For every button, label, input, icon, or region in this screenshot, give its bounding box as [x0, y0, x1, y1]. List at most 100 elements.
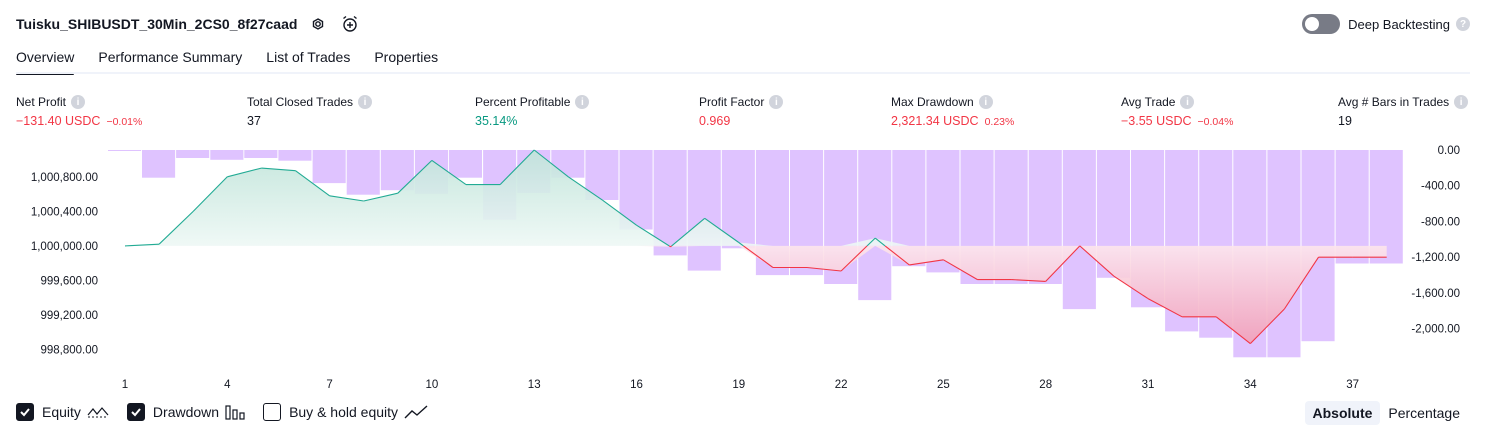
- metric-value: 0.969: [699, 114, 731, 128]
- legend-equity[interactable]: Equity: [16, 403, 109, 421]
- tabs-divider: [16, 72, 1470, 74]
- x-tick-label: 25: [937, 379, 950, 391]
- drawdown-bar: [210, 150, 244, 160]
- metric-label: Avg # Bars in Trades: [1338, 95, 1450, 109]
- strategy-title: Tuisku_SHIBUSDT_30Min_2CS0_8f27caad: [16, 16, 298, 32]
- metric-net-profit: Net Profit i −131.40 USDC −0.01%: [16, 94, 142, 128]
- legend-label: Equity: [42, 404, 81, 420]
- drawdown-bar: [108, 150, 142, 151]
- metric-percent-profitable: Percent Profitable i 35.14%: [475, 94, 590, 128]
- help-icon[interactable]: ?: [1456, 17, 1470, 31]
- absolute-button[interactable]: Absolute: [1304, 401, 1381, 425]
- drawdown-bar: [346, 150, 380, 195]
- gear-icon[interactable]: [307, 13, 329, 35]
- metric-value: 19: [1338, 114, 1352, 128]
- deep-backtesting-toggle[interactable]: [1302, 14, 1341, 34]
- value-mode-switch: Absolute Percentage: [1304, 401, 1469, 425]
- x-tick-label: 34: [1244, 379, 1257, 391]
- y-right-tick-label: -400.00: [1421, 181, 1460, 193]
- y-left-tick-label: 999,600.00: [40, 276, 98, 288]
- tab-list-of-trades[interactable]: List of Trades: [266, 46, 350, 73]
- drawdown-checkbox[interactable]: [126, 403, 145, 421]
- info-icon[interactable]: i: [769, 95, 784, 109]
- x-tick-label: 13: [528, 379, 541, 391]
- y-left-tick-label: 999,200.00: [40, 310, 98, 322]
- metric-percent: 0.23%: [984, 116, 1015, 128]
- info-icon[interactable]: i: [358, 95, 373, 109]
- metric-value: −3.55 USDC: [1121, 114, 1192, 128]
- legend-label: Buy & hold equity: [289, 404, 399, 420]
- drawdown-bar: [1062, 150, 1096, 310]
- x-tick-label: 1: [122, 379, 128, 391]
- drawdown-bar: [278, 150, 312, 161]
- drawdown-bar: [448, 150, 482, 178]
- equity-line-segment: [670, 245, 672, 248]
- info-icon[interactable]: i: [71, 95, 86, 109]
- y-right-tick-label: -2,000.00: [1411, 324, 1460, 336]
- bar-chart-icon: [225, 404, 245, 420]
- report-tabs: Overview Performance Summary List of Tra…: [16, 46, 462, 75]
- metric-max-drawdown: Max Drawdown i 2,321.34 USDC 0.23%: [891, 94, 1014, 128]
- x-tick-label: 19: [732, 379, 745, 391]
- info-icon[interactable]: i: [1180, 95, 1195, 109]
- trend-line-icon: [404, 404, 428, 420]
- percentage-button[interactable]: Percentage: [1380, 401, 1468, 425]
- info-icon[interactable]: i: [1454, 95, 1469, 109]
- strategy-header: Tuisku_SHIBUSDT_30Min_2CS0_8f27caad: [16, 12, 361, 36]
- x-tick-label: 31: [1142, 379, 1155, 391]
- tab-properties[interactable]: Properties: [374, 46, 438, 73]
- info-icon[interactable]: i: [978, 95, 993, 109]
- metric-value: −131.40 USDC: [16, 114, 101, 128]
- equity-drawdown-chart[interactable]: 1,000,800.00 1,000,400.00 1,000,000.00 999,…: [0, 140, 1486, 400]
- drawdown-bar: [312, 150, 346, 184]
- x-tick-label: 4: [224, 379, 231, 391]
- metric-value: 35.14%: [475, 114, 518, 128]
- drawdown-bar: [142, 150, 176, 178]
- metric-percent: −0.04%: [1197, 116, 1234, 128]
- x-tick-label: 16: [630, 379, 643, 391]
- chart-legend: Equity Drawdown Buy & hold equity: [16, 403, 446, 421]
- metric-label: Avg Trade: [1121, 95, 1176, 109]
- x-tick-label: 37: [1346, 379, 1359, 391]
- y-right-tick-label: -800.00: [1421, 217, 1460, 229]
- legend-buy-hold-equity[interactable]: Buy & hold equity: [263, 403, 428, 421]
- drawdown-bar: [1301, 150, 1335, 342]
- metric-avg-trade: Avg Trade i −3.55 USDC −0.04%: [1121, 94, 1233, 128]
- metric-value: 37: [247, 114, 261, 128]
- y-right-tick-label: -1,600.00: [1411, 288, 1460, 300]
- metric-label: Percent Profitable: [475, 95, 571, 109]
- equity-line-icon: [87, 405, 109, 419]
- x-tick-label: 10: [426, 379, 439, 391]
- metric-label: Total Closed Trades: [247, 95, 354, 109]
- drawdown-bar: [176, 150, 210, 158]
- deep-backtesting-control: Deep Backtesting ?: [1302, 12, 1470, 36]
- legend-label: Drawdown: [152, 404, 220, 420]
- legend-drawdown[interactable]: Drawdown: [126, 403, 245, 421]
- y-left-tick-label: 1,000,800.00: [31, 172, 98, 184]
- x-tick-label: 7: [326, 379, 332, 391]
- drawdown-bar: [687, 150, 721, 271]
- buy-hold-checkbox[interactable]: [263, 403, 282, 421]
- metric-profit-factor: Profit Factor i 0.969: [699, 94, 784, 128]
- metric-label: Profit Factor: [699, 95, 765, 109]
- deep-backtesting-label: Deep Backtesting: [1348, 16, 1450, 32]
- metric-total-closed-trades: Total Closed Trades i 37: [247, 94, 373, 128]
- x-tick-label: 28: [1039, 379, 1052, 391]
- alarm-clock-plus-icon[interactable]: [339, 13, 361, 35]
- y-left-tick-label: 1,000,400.00: [31, 206, 98, 218]
- info-icon[interactable]: i: [575, 95, 590, 109]
- y-left-tick-label: 1,000,000.00: [31, 241, 98, 253]
- tab-performance-summary[interactable]: Performance Summary: [98, 46, 242, 73]
- metric-percent: −0.01%: [106, 116, 143, 128]
- metric-avg-bars-in-trades: Avg # Bars in Trades i 19: [1338, 94, 1469, 128]
- equity-checkbox[interactable]: [16, 403, 34, 421]
- metric-label: Net Profit: [16, 95, 67, 109]
- x-tick-label: 22: [835, 379, 848, 391]
- metric-value: 2,321.34 USDC: [891, 114, 979, 128]
- tab-overview[interactable]: Overview: [16, 46, 75, 75]
- drawdown-bar: [244, 150, 278, 158]
- metric-label: Max Drawdown: [891, 95, 974, 109]
- y-right-tick-label: 0.00: [1438, 145, 1460, 157]
- drawdown-bar: [858, 150, 892, 301]
- y-right-tick-label: -1,200.00: [1411, 252, 1460, 264]
